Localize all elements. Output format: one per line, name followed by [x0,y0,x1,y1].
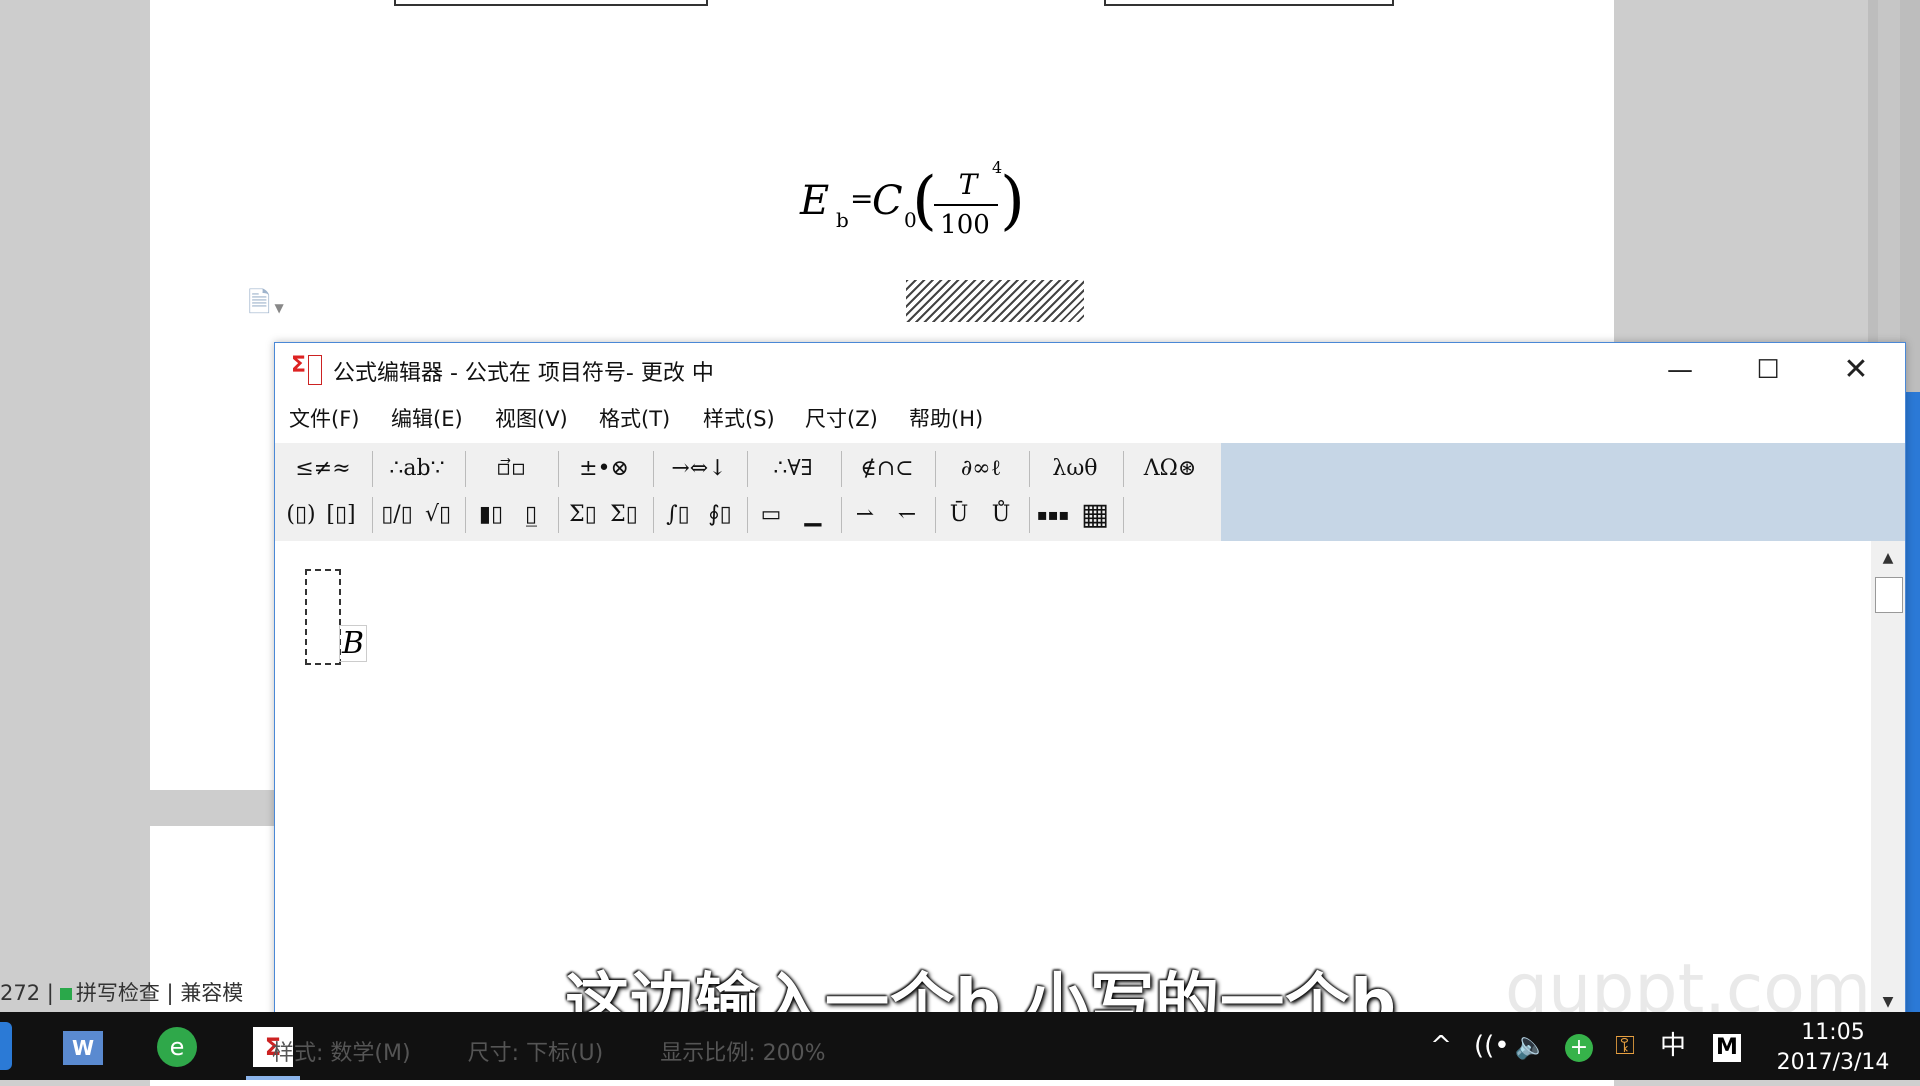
scroll-thumb[interactable] [1875,577,1903,613]
formula-numerator: T [958,168,978,201]
paste-options-icon[interactable]: 🗎 ▼ [248,282,284,330]
matrix-row-template-button[interactable]: ▪▪▪ [1033,495,1073,535]
relations-palette-button[interactable]: ≤≠≈ [283,449,363,489]
word-count: 272 [0,981,41,1005]
coproduct-template-button[interactable]: Ů [979,495,1023,535]
spaces-ellipses-palette-button[interactable]: ∴ab∵ [377,449,457,489]
summation-template-button[interactable]: Σ▯ [563,495,603,535]
brackets-template-button[interactable]: [▯] [321,495,361,535]
tray-plus-icon[interactable]: + [1562,1012,1596,1080]
symbol-toolbar: ≤≠≈ ∴ab∵ ▫⃗▫ ±•⊗ →⇔↓ ∴∀∃ ∉∩⊂ ∂∞ℓ λωθ ΛΩ⊛ [275,443,1905,541]
table-border-right [1104,0,1394,6]
browser-app-icon: e [157,1027,197,1067]
toolbar-row-templates: (▯) [▯] ▯/▯ √▯ ▮▯ ▯̲ Σ▯ Σ▯ ∫▯ ∮▯ ▭ ▁ ⇀ ↽ [275,493,1221,537]
spell-check-label[interactable]: 拼写检查 [76,981,160,1005]
menu-view[interactable]: 视图(V) [495,403,568,433]
equation-letter-B[interactable]: B [339,625,368,662]
word-app-icon: W [63,1031,103,1065]
greek-lowercase-palette-button[interactable]: λωθ [1033,449,1117,489]
menu-format[interactable]: 格式(T) [599,403,670,433]
clock-time: 11:05 [1801,1020,1865,1045]
menu-help[interactable]: 帮助(H) [909,403,983,433]
equation-canvas[interactable]: B [275,541,1871,1019]
set-theory-palette-button[interactable]: ∉∩⊂ [845,449,929,489]
title-bar[interactable]: Σ 公式编辑器 - 公式在 项目符号- 更改 中 — ☐ ✕ [275,343,1905,397]
empty-slot-placeholder[interactable] [305,569,341,665]
formula-equals: = [850,182,874,215]
toolbar-row-symbols: ≤≠≈ ∴ab∵ ▫⃗▫ ±•⊗ →⇔↓ ∴∀∃ ∉∩⊂ ∂∞ℓ λωθ ΛΩ⊛ [275,447,1221,491]
toolbar-palette: ≤≠≈ ∴ab∵ ▫⃗▫ ±•⊗ →⇔↓ ∴∀∃ ∉∩⊂ ∂∞ℓ λωθ ΛΩ⊛ [275,443,1221,541]
product-template-button[interactable]: Ū [939,495,979,535]
matrix-template-button[interactable]: ▦ [1073,495,1117,535]
tray-m-icon[interactable]: M [1710,1012,1744,1080]
active-app-indicator [246,1076,300,1080]
summation-limits-template-button[interactable]: Σ▯ [603,495,645,535]
tray-volume-icon[interactable]: 🔈 [1514,1012,1548,1080]
underscript-template-button[interactable]: ▯̲ [511,495,551,535]
spell-check-icon [59,988,72,1000]
overbar-template-button[interactable]: ▭ [751,495,791,535]
equation-editor-app-icon: Σ [291,355,322,385]
maximize-button[interactable]: ☐ [1723,343,1813,397]
scroll-up-arrow-icon[interactable]: ▲ [1871,541,1905,575]
formula-right-paren: ) [1000,164,1025,238]
equation-editor-window: Σ 公式编辑器 - 公式在 项目符号- 更改 中 — ☐ ✕ 文件(F) 编辑(… [274,342,1906,1020]
status-style: 样式: 数学(M) [272,1041,411,1066]
fraction-template-button[interactable]: ▯/▯ [377,495,417,535]
formula-fraction-bar [934,204,998,206]
tray-ime-indicator[interactable]: 中 [1656,1012,1690,1080]
menu-style[interactable]: 样式(S) [703,403,775,433]
taskbar-clock[interactable]: 11:05 2017/3/14 [1768,1018,1898,1078]
close-button[interactable]: ✕ [1811,343,1901,397]
operators-palette-button[interactable]: ±•⊗ [563,449,645,489]
table-border-left [394,0,708,6]
contour-integral-template-button[interactable]: ∮▯ [699,495,741,535]
status-size: 尺寸: 下标(U) [467,1041,604,1066]
radical-template-button[interactable]: √▯ [417,495,459,535]
left-harpoon-template-button[interactable]: ↽ [885,495,929,535]
taskbar-word-app[interactable]: W [58,1022,108,1070]
underbar-template-button[interactable]: ▁ [791,495,835,535]
logic-palette-button[interactable]: ∴∀∃ [751,449,835,489]
word-status-bar: 272 | 拼写检查 | 兼容模 [0,981,244,1005]
taskbar-app-edge[interactable] [0,1022,12,1070]
arrows-palette-button[interactable]: →⇔↓ [657,449,741,489]
tray-key-icon[interactable]: ⚿ [1608,1012,1642,1080]
compat-mode-label[interactable]: 兼容模 [180,981,243,1005]
taskbar-browser-app[interactable]: e [152,1022,202,1070]
chevron-down-icon: ▼ [274,301,284,315]
equation-editor-status-bar: 样式: 数学(M) 尺寸: 下标(U) 显示比例: 200% [272,1034,876,1074]
menu-file[interactable]: 文件(F) [289,403,359,433]
formula-exponent: 4 [992,158,1003,177]
subscript-template-button[interactable]: ▮▯ [471,495,511,535]
right-harpoon-template-button[interactable]: ⇀ [845,495,885,535]
parentheses-template-button[interactable]: (▯) [281,495,321,535]
menu-bar: 文件(F) 编辑(E) 视图(V) 格式(T) 样式(S) 尺寸(Z) 帮助(H… [275,397,1905,435]
menu-size[interactable]: 尺寸(Z) [805,403,878,433]
formula-E: E [800,178,830,224]
formula-sub-b: b [836,208,849,232]
editor-vertical-scrollbar[interactable]: ▲ ▼ [1871,541,1905,1019]
greek-uppercase-palette-button[interactable]: ΛΩ⊛ [1127,449,1213,489]
selected-formula-placeholder[interactable] [906,280,1084,322]
misc-symbols-palette-button[interactable]: ∂∞ℓ [939,449,1023,489]
formula-C: C [872,178,903,224]
clock-date: 2017/3/14 [1776,1050,1890,1075]
integral-template-button[interactable]: ∫▯ [657,495,699,535]
side-panel-handle[interactable] [1904,392,1920,1012]
embellishments-palette-button[interactable]: ▫⃗▫ [471,449,551,489]
minimize-button[interactable]: — [1635,343,1725,397]
window-title: 公式编辑器 - 公式在 项目符号- 更改 中 [333,361,714,386]
menu-edit[interactable]: 编辑(E) [391,403,463,433]
tray-network-icon[interactable]: ((• [1474,1012,1510,1080]
tray-chevron-up-icon[interactable]: ^ [1426,1012,1456,1080]
formula-denominator: 100 [940,210,990,240]
status-zoom: 显示比例: 200% [660,1041,826,1066]
